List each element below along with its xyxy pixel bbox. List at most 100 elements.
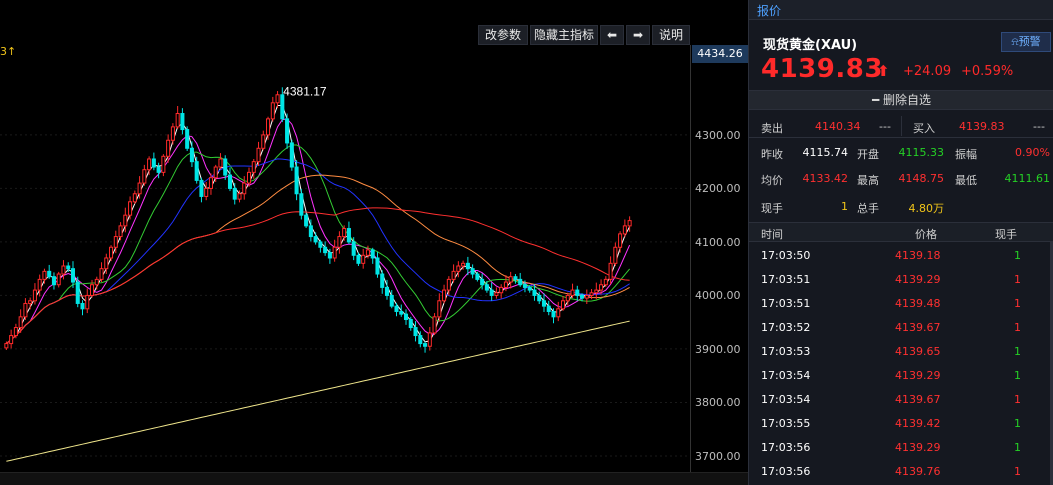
candle-down xyxy=(580,294,585,299)
trade-price: 4139.76 xyxy=(895,465,941,478)
candle-up xyxy=(170,126,175,141)
y-tick-label: 3800.00 xyxy=(695,396,741,410)
candle-down xyxy=(375,257,380,275)
candle-down xyxy=(484,284,489,291)
kline-chart-area[interactable]: 改参数 隐藏主指标 ⬅ ➡ 说明 3↑ 4381.17 4300.00 4200.… xyxy=(0,0,748,485)
candle-down xyxy=(403,313,409,321)
candle-down xyxy=(522,284,527,288)
ma-blue-line xyxy=(6,158,630,344)
ma-orange-line xyxy=(6,174,630,344)
stat-label: 昨收 xyxy=(761,148,783,161)
candle-down xyxy=(489,289,494,296)
candle-up xyxy=(137,182,142,195)
y-tick-label: 4200.00 xyxy=(695,182,741,196)
candle-down xyxy=(294,166,299,195)
candle-up xyxy=(342,228,347,238)
candle-up xyxy=(618,233,623,248)
candle-down xyxy=(189,147,194,163)
candle-up xyxy=(570,289,575,296)
candle-up xyxy=(442,289,447,302)
candle-up xyxy=(89,284,95,296)
stat-value: 1 xyxy=(841,200,848,213)
candle-up xyxy=(204,187,209,197)
trade-volume: 1 xyxy=(1014,393,1021,406)
remove-watchlist-label: 删除自选 xyxy=(883,93,932,107)
trade-time: 17:03:52 xyxy=(761,321,811,334)
trade-time: 17:03:54 xyxy=(761,369,811,382)
candle-down xyxy=(480,278,485,286)
candle-down xyxy=(470,268,475,275)
trade-price: 4139.29 xyxy=(895,441,941,454)
remove-watchlist-button[interactable]: ━ 删除自选 xyxy=(749,90,1053,110)
minus-icon: ━ xyxy=(871,93,884,107)
candle-up xyxy=(42,270,47,280)
next-arrow-button[interactable]: ➡ xyxy=(626,25,650,45)
candle-up xyxy=(118,225,123,238)
candle-up xyxy=(584,294,589,299)
hide-main-indicator-button[interactable]: 隐藏主指标 xyxy=(530,25,598,45)
candle-up xyxy=(123,214,128,227)
candle-up xyxy=(128,201,133,216)
candlestick-plot[interactable]: 4381.17 xyxy=(0,60,690,472)
candle-down xyxy=(465,262,470,270)
candle-up xyxy=(446,278,451,291)
candle-down xyxy=(199,179,204,197)
ma-yellow-line xyxy=(6,320,630,462)
stat-label: 开盘 xyxy=(857,148,879,161)
chart-toolbar: 改参数 隐藏主指标 ⬅ ➡ 说明 xyxy=(0,23,690,45)
candle-up xyxy=(456,265,461,272)
candle-down xyxy=(227,174,233,189)
candle-down xyxy=(289,142,294,168)
y-tick-label: 3900.00 xyxy=(695,342,741,356)
candle-up xyxy=(147,158,152,171)
prev-arrow-button[interactable]: ⬅ xyxy=(600,25,624,45)
candle-up xyxy=(256,147,261,163)
trade-time: 17:03:51 xyxy=(761,273,811,286)
trade-row: 17:03:52 4139.67 1 xyxy=(749,317,1053,341)
candle-down xyxy=(356,254,361,264)
candle-down xyxy=(318,241,323,248)
trade-time: 17:03:51 xyxy=(761,297,811,310)
trade-price: 4139.42 xyxy=(895,417,941,430)
trade-row: 17:03:54 4139.29 1 xyxy=(749,365,1053,389)
candle-down xyxy=(413,327,418,337)
candle-down xyxy=(394,305,399,312)
buy-label: 买入 xyxy=(913,122,935,135)
tab-quote[interactable]: 报价 xyxy=(757,2,781,19)
candle-up xyxy=(4,343,9,349)
candle-up xyxy=(166,139,171,157)
help-button[interactable]: 说明 xyxy=(652,25,690,45)
trade-row: 17:03:53 4139.65 1 xyxy=(749,341,1053,365)
candle-down xyxy=(551,310,556,318)
moving-average-lines xyxy=(6,104,631,462)
candle-up xyxy=(218,158,223,168)
stat-label: 振幅 xyxy=(955,148,977,161)
candle-up xyxy=(270,102,275,120)
bid-ask-divider xyxy=(901,116,902,136)
candle-up xyxy=(627,220,632,227)
candle-up xyxy=(56,273,61,286)
candle-up xyxy=(246,171,252,184)
trade-row: 17:03:50 4139.18 1 xyxy=(749,245,1053,269)
candle-down xyxy=(351,241,356,256)
quote-panel: 报价 现货黄金(XAU) ⍾预警 4139.83 ⬆ +24.09 +0.59%… xyxy=(748,0,1053,485)
stat-label: 现手 xyxy=(761,202,783,215)
candle-down xyxy=(418,335,423,345)
edit-params-button[interactable]: 改参数 xyxy=(478,25,528,45)
trade-volume: 1 xyxy=(1014,321,1021,334)
stat-value: 4115.74 xyxy=(802,146,849,159)
trade-table-header: 时间 价格 现手 xyxy=(749,222,1053,242)
candle-up xyxy=(132,193,137,203)
sell-label: 卖出 xyxy=(761,122,783,135)
stat-label: 最高 xyxy=(857,174,879,187)
trade-price: 4139.48 xyxy=(895,297,941,310)
ma-magenta-line xyxy=(6,118,631,344)
candle-up xyxy=(599,284,604,291)
candle-up xyxy=(332,246,337,259)
stat-value: 4111.61 xyxy=(1004,172,1051,185)
candle-up xyxy=(28,300,33,304)
stat-value: 4133.42 xyxy=(802,172,849,185)
chart-horizontal-scrollbar[interactable] xyxy=(0,472,748,485)
alert-button[interactable]: ⍾预警 xyxy=(1001,32,1051,52)
trade-time: 17:03:56 xyxy=(761,441,811,454)
